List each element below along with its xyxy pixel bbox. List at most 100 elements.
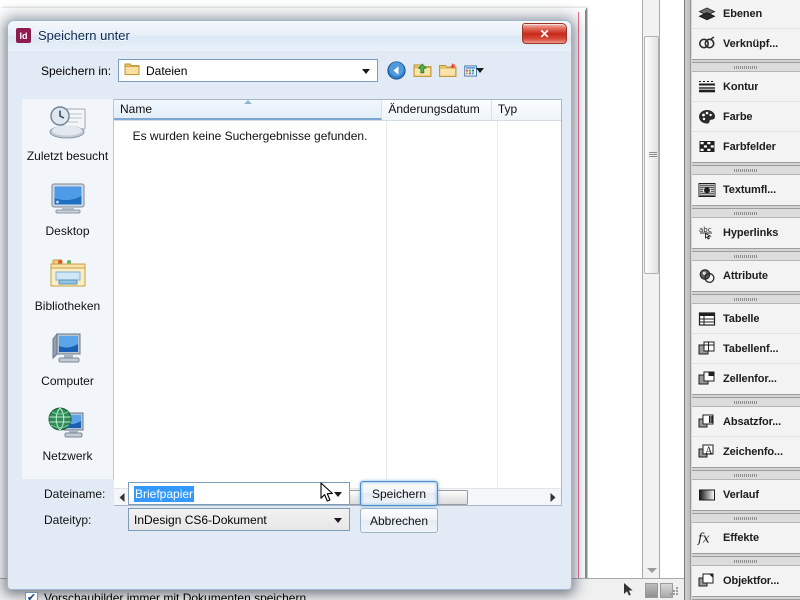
panel-group: Textumfl... xyxy=(692,165,800,206)
views-icon[interactable] xyxy=(464,61,484,81)
resize-grip-icon[interactable] xyxy=(670,587,680,597)
sort-ascending-icon xyxy=(243,100,252,104)
panel-item-verlauf[interactable]: Verlauf xyxy=(692,480,800,510)
panel-group: Objektfor... xyxy=(692,556,800,597)
filetype-label: Dateityp: xyxy=(44,513,92,527)
panel-item-label: Textumfl... xyxy=(723,184,777,196)
indesign-app-icon: Id xyxy=(16,28,31,43)
column-header-type[interactable]: Typ xyxy=(492,100,561,120)
panel-item-verkn-pf[interactable]: Verknüpf... xyxy=(692,29,800,59)
place-item-desktop[interactable]: Desktop xyxy=(22,174,113,249)
grip-dots-icon xyxy=(734,66,758,69)
object-styles-panel-icon xyxy=(697,571,717,591)
table-styles-panel-icon xyxy=(697,339,717,359)
layers-panel-icon xyxy=(697,4,717,24)
file-list-gridlines xyxy=(114,121,561,487)
look-in-combobox[interactable]: Dateien xyxy=(118,59,378,82)
panel-item-label: Tabelle xyxy=(723,312,760,325)
panel-item-objektfor[interactable]: Objektfor... xyxy=(692,566,800,596)
panel-item-hyperlinks[interactable]: abc Hyperlinks xyxy=(692,218,800,248)
panel-group-drag-handle[interactable] xyxy=(692,166,800,175)
panel-group: Attribute xyxy=(692,251,800,292)
chevron-down-icon[interactable] xyxy=(334,492,342,497)
column-header-name[interactable]: Name xyxy=(114,100,383,120)
panel-group-drag-handle[interactable] xyxy=(692,557,800,566)
text-wrap-panel-icon xyxy=(697,180,717,200)
grip-dots-icon xyxy=(734,298,758,301)
close-icon[interactable]: ✕ xyxy=(522,23,567,44)
file-list-body[interactable]: Es wurden keine Suchergebnisse gefunden. xyxy=(114,121,561,487)
place-item-netzwerk[interactable]: Netzwerk xyxy=(22,399,113,474)
new-folder-icon[interactable] xyxy=(438,61,458,81)
dock-left-edge[interactable] xyxy=(685,0,691,600)
panel-group-drag-handle[interactable] xyxy=(692,295,800,304)
panel-dock[interactable]: SeitenEbenenVerknüpf...KonturFarbeFarbfe… xyxy=(684,0,800,600)
panel-item-zeichenfo[interactable]: A Zeichenfo... xyxy=(692,437,800,467)
back-icon[interactable] xyxy=(386,61,406,81)
panel-item-label: Ebenen xyxy=(723,7,763,20)
panel-group-drag-handle[interactable] xyxy=(692,398,800,407)
fill-swatch[interactable] xyxy=(645,583,658,598)
up-folder-icon[interactable] xyxy=(412,61,432,81)
panel-group: Kontur Farbe Farbfelder xyxy=(692,62,800,163)
panel-item-kontur[interactable]: Kontur xyxy=(692,72,800,102)
panel-item-farbe[interactable]: Farbe xyxy=(692,102,800,132)
panel-item-label: Farbe xyxy=(723,110,753,123)
scroll-right-arrow-icon[interactable] xyxy=(544,489,561,506)
chevron-down-icon[interactable] xyxy=(334,518,342,523)
filename-value[interactable]: Briefpapier xyxy=(134,485,195,502)
filetype-select[interactable]: InDesign CS6-Dokument xyxy=(128,508,350,531)
dialog-toolbar[interactable] xyxy=(386,59,484,82)
grip-dots-icon xyxy=(734,517,758,520)
panel-item-farbfelder[interactable]: Farbfelder xyxy=(692,132,800,162)
panel-group-drag-handle[interactable] xyxy=(692,514,800,523)
file-list-header: Name Änderungsdatum Typ xyxy=(114,100,561,121)
look-in-row: Speichern in: Dateien xyxy=(8,59,571,85)
panel-item-effekte[interactable]: fx Effekte xyxy=(692,523,800,553)
file-list[interactable]: Name Änderungsdatum Typ Es wurden keine … xyxy=(114,99,562,506)
save-button[interactable]: Speichern xyxy=(360,481,438,506)
panel-group: Tabelle Tabellenf... Zellenfor... xyxy=(692,294,800,395)
links-panel-icon xyxy=(697,34,717,54)
chevron-down-icon[interactable] xyxy=(476,68,484,73)
panel-item-textumfl[interactable]: Textumfl... xyxy=(692,175,800,205)
place-item-bibliotheken[interactable]: Bibliotheken xyxy=(22,249,113,324)
place-item-computer[interactable]: Computer xyxy=(22,324,113,399)
scroll-down-arrow-icon[interactable] xyxy=(647,568,657,573)
selection-tool-icon xyxy=(624,583,633,599)
computer-icon xyxy=(47,330,89,371)
panel-group: fx Effekte xyxy=(692,513,800,554)
panel-group-drag-handle[interactable] xyxy=(692,63,800,72)
dialog-body: Speichern in: Dateien Zuletzt besucht De… xyxy=(8,51,571,600)
panel-item-zellenfor[interactable]: Zellenfor... xyxy=(692,364,800,394)
place-item-zuletzt-besucht[interactable]: Zuletzt besucht xyxy=(22,99,113,174)
save-preview-checkbox-row[interactable]: ✔ Vorschaubilder immer mit Dokumenten sp… xyxy=(25,591,306,600)
color-panel-icon xyxy=(697,107,717,127)
chevron-down-icon[interactable] xyxy=(362,69,370,74)
panel-item-tabelle[interactable]: Tabelle xyxy=(692,304,800,334)
filename-input[interactable]: Briefpapier xyxy=(128,482,350,505)
vertical-scrollbar-thumb[interactable] xyxy=(644,36,659,274)
panel-item-absatzfor[interactable]: Absatzfor... xyxy=(692,407,800,437)
save-as-dialog[interactable]: Id Speichern unter ✕ Speichern in: Datei… xyxy=(7,20,572,600)
panel-item-ebenen[interactable]: Ebenen xyxy=(692,0,800,29)
checkbox-icon[interactable]: ✔ xyxy=(25,591,38,600)
panel-item-tabellenf[interactable]: Tabellenf... xyxy=(692,334,800,364)
panel-group: abc Hyperlinks xyxy=(692,208,800,249)
panel-group-drag-handle[interactable] xyxy=(692,252,800,261)
attributes-panel-icon xyxy=(697,266,717,286)
panel-group-drag-handle[interactable] xyxy=(692,209,800,218)
recent-places-icon xyxy=(47,105,89,146)
table-panel-icon xyxy=(697,309,717,329)
cancel-button[interactable]: Abbrechen xyxy=(360,508,438,533)
dialog-title-bar[interactable]: Id Speichern unter ✕ xyxy=(8,21,571,51)
empty-results-message: Es wurden keine Suchergebnisse gefunden. xyxy=(132,129,368,143)
document-vertical-scrollbar[interactable] xyxy=(642,0,660,578)
folder-icon xyxy=(124,62,140,79)
column-header-modified[interactable]: Änderungsdatum xyxy=(382,100,492,120)
filename-label: Dateiname: xyxy=(44,487,106,501)
panel-item-attribute[interactable]: Attribute xyxy=(692,261,800,291)
save-preview-checkbox-label: Vorschaubilder immer mit Dokumenten spei… xyxy=(44,591,307,600)
panel-group-drag-handle[interactable] xyxy=(692,471,800,480)
places-sidebar[interactable]: Zuletzt besucht Desktop Bibliotheken Comput… xyxy=(22,99,114,479)
